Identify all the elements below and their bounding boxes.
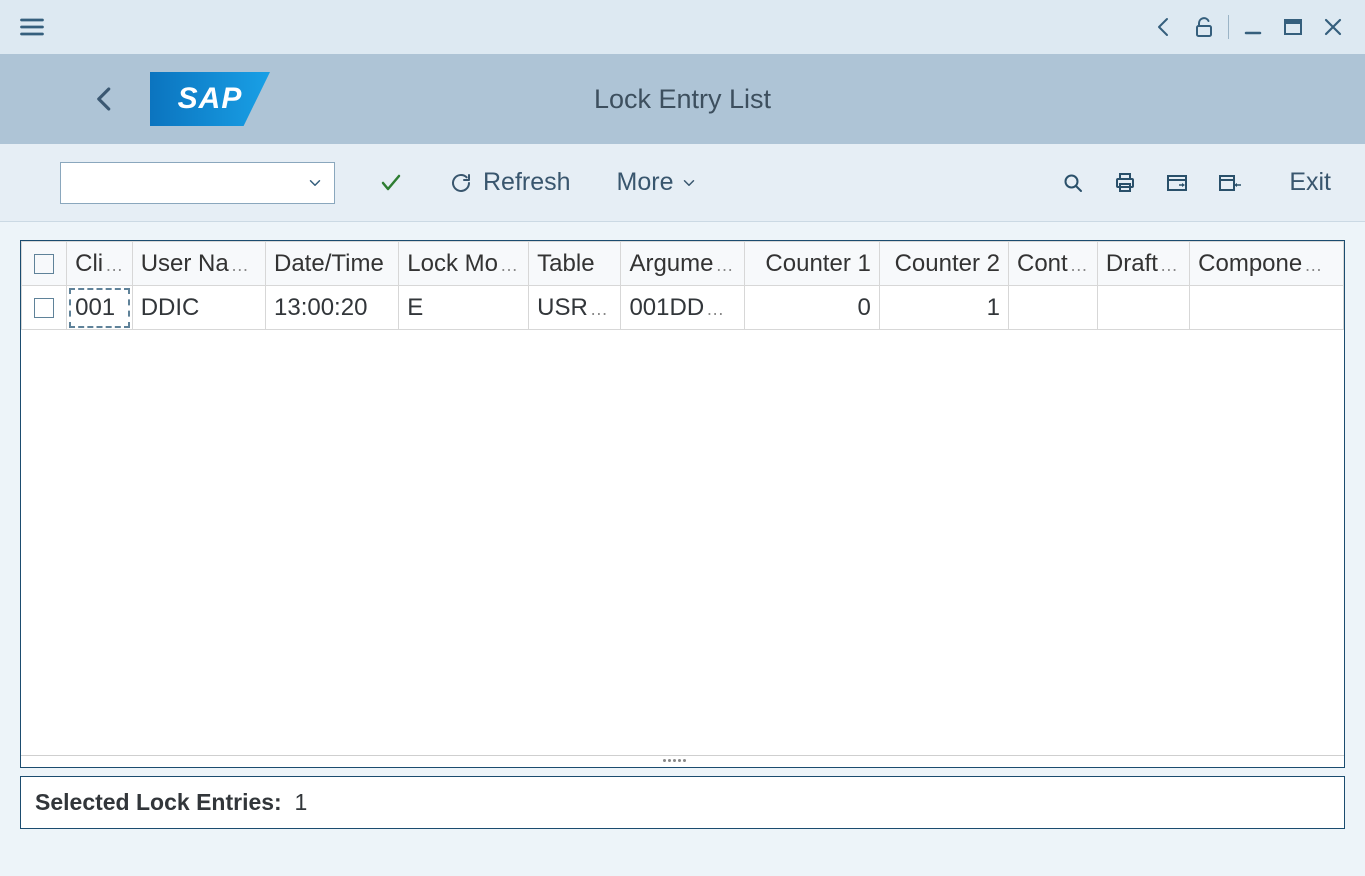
col-draft[interactable]: Draft — [1097, 242, 1189, 286]
cell-user[interactable]: DDIC — [132, 286, 265, 330]
col-counter1[interactable]: Counter 1 — [744, 242, 879, 286]
sap-logo: SAP — [150, 72, 270, 126]
cell-container[interactable] — [1009, 286, 1098, 330]
close-icon[interactable] — [1313, 7, 1353, 47]
cell-client[interactable]: 001 — [67, 286, 133, 330]
search-button[interactable] — [1047, 162, 1099, 204]
lock-entries-table: Cli User Na Date/Time Lock Mo Table Argu… — [20, 240, 1345, 768]
prev-icon[interactable] — [1144, 7, 1184, 47]
cell-counter1[interactable]: 0 — [744, 286, 879, 330]
content-area: Cli User Na Date/Time Lock Mo Table Argu… — [0, 222, 1365, 839]
toolbar: Refresh More Exit — [0, 144, 1365, 222]
col-lockmode[interactable]: Lock Mo — [399, 242, 529, 286]
col-datetime[interactable]: Date/Time — [266, 242, 399, 286]
exit-session-button[interactable] — [1203, 162, 1255, 204]
exit-button[interactable]: Exit — [1275, 162, 1345, 204]
cell-lockmode[interactable]: E — [399, 286, 529, 330]
divider — [1228, 15, 1229, 39]
col-container[interactable]: Cont — [1009, 242, 1098, 286]
col-component[interactable]: Compone — [1190, 242, 1344, 286]
status-value: 1 — [294, 789, 307, 815]
cell-counter2[interactable]: 1 — [879, 286, 1008, 330]
row-checkbox[interactable] — [22, 286, 67, 330]
print-button[interactable] — [1099, 162, 1151, 204]
title-bar: SAP Lock Entry List — [0, 54, 1365, 144]
command-field[interactable] — [60, 162, 335, 204]
cell-datetime[interactable]: 13:00:20 — [266, 286, 399, 330]
select-all-header[interactable] — [22, 242, 67, 286]
col-argument[interactable]: Argume — [621, 242, 744, 286]
col-table[interactable]: Table — [529, 242, 621, 286]
more-label: More — [617, 168, 674, 197]
splitter-handle[interactable] — [21, 755, 1344, 767]
cell-component[interactable] — [1190, 286, 1344, 330]
maximize-icon[interactable] — [1273, 7, 1313, 47]
new-window-button[interactable] — [1151, 162, 1203, 204]
table-header-row: Cli User Na Date/Time Lock Mo Table Argu… — [22, 242, 1344, 286]
exit-label: Exit — [1289, 168, 1331, 197]
back-button[interactable] — [75, 69, 135, 129]
refresh-label: Refresh — [483, 168, 571, 197]
cell-table[interactable]: USR — [529, 286, 621, 330]
cell-argument[interactable]: 001DD — [621, 286, 744, 330]
more-dropdown[interactable]: More — [603, 162, 712, 204]
system-bar — [0, 0, 1365, 54]
col-client[interactable]: Cli — [67, 242, 133, 286]
status-panel: Selected Lock Entries: 1 — [20, 776, 1345, 829]
table-row[interactable]: 001 DDIC 13:00:20 E USR 001DD 0 1 — [22, 286, 1344, 330]
status-label: Selected Lock Entries: — [35, 789, 282, 815]
minimize-icon[interactable] — [1233, 7, 1273, 47]
cell-draft[interactable] — [1097, 286, 1189, 330]
refresh-button[interactable]: Refresh — [435, 162, 585, 204]
col-user[interactable]: User Na — [132, 242, 265, 286]
accept-button[interactable] — [365, 162, 417, 204]
menu-icon[interactable] — [12, 7, 52, 47]
unlock-icon[interactable] — [1184, 7, 1224, 47]
col-counter2[interactable]: Counter 2 — [879, 242, 1008, 286]
